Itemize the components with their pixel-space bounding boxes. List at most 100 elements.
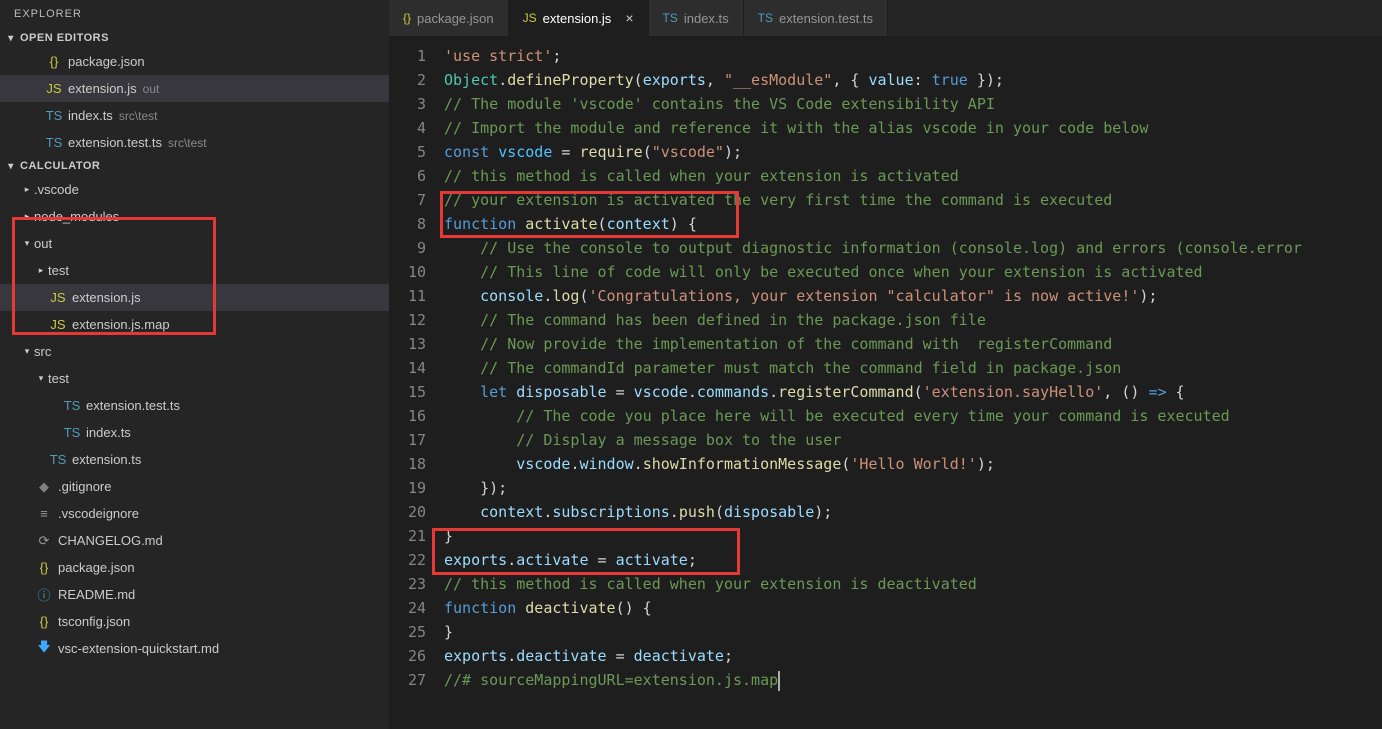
- code-line[interactable]: // Use the console to output diagnostic …: [444, 236, 1382, 260]
- code-line[interactable]: //# sourceMappingURL=extension.js.map: [444, 668, 1382, 692]
- code-line[interactable]: });: [444, 476, 1382, 500]
- explorer-title: EXPLORER: [0, 0, 389, 28]
- file-icon: ⟳: [34, 533, 54, 549]
- line-number: 21: [389, 524, 426, 548]
- code-line[interactable]: exports.deactivate = deactivate;: [444, 644, 1382, 668]
- code-line[interactable]: // this method is called when your exten…: [444, 164, 1382, 188]
- line-number: 27: [389, 668, 426, 692]
- open-editor-item[interactable]: TSextension.test.tssrc\test: [0, 129, 389, 156]
- tree-item[interactable]: JSextension.js: [0, 284, 389, 311]
- code-line[interactable]: // Display a message box to the user: [444, 428, 1382, 452]
- tree-item[interactable]: ▸node_modules: [0, 203, 389, 230]
- code-lines[interactable]: 'use strict';Object.defineProperty(expor…: [444, 36, 1382, 692]
- tree-item[interactable]: 🡇vsc-extension-quickstart.md: [0, 635, 389, 662]
- code-line[interactable]: // The module 'vscode' contains the VS C…: [444, 92, 1382, 116]
- open-editor-item[interactable]: {}package.json: [0, 48, 389, 75]
- code-line[interactable]: // This line of code will only be execut…: [444, 260, 1382, 284]
- folder-arrow-icon: ▸: [20, 211, 34, 222]
- file-icon: {}: [44, 54, 64, 69]
- file-icon: TS: [48, 452, 68, 467]
- file-icon: JS: [523, 11, 537, 25]
- file-name: CHANGELOG.md: [58, 533, 163, 548]
- file-name: extension.js.map: [72, 317, 170, 332]
- code-line[interactable]: // Import the module and reference it wi…: [444, 116, 1382, 140]
- tab-label: index.ts: [684, 11, 729, 26]
- tree-item[interactable]: ◆.gitignore: [0, 473, 389, 500]
- file-name: vsc-extension-quickstart.md: [58, 641, 219, 656]
- file-name: index.ts: [86, 425, 131, 440]
- file-name: extension.ts: [72, 452, 141, 467]
- open-editor-item[interactable]: JSextension.jsout: [0, 75, 389, 102]
- file-name: extension.test.ts: [68, 135, 162, 150]
- tree-item[interactable]: ▸.vscode: [0, 176, 389, 203]
- code-line[interactable]: // your extension is activated the very …: [444, 188, 1382, 212]
- file-icon: TS: [62, 398, 82, 413]
- tree-item[interactable]: TS extension.test.ts: [0, 392, 389, 419]
- open-editors-header[interactable]: ▾ OPEN EDITORS: [0, 28, 389, 48]
- code-line[interactable]: context.subscriptions.push(disposable);: [444, 500, 1382, 524]
- editor-tab[interactable]: TSextension.test.ts: [744, 0, 888, 36]
- tree-item[interactable]: ▾test: [0, 365, 389, 392]
- folder-name: .vscode: [34, 182, 79, 197]
- tree-item[interactable]: ≡.vscodeignore: [0, 500, 389, 527]
- tree-item[interactable]: ⟳ CHANGELOG.md: [0, 527, 389, 554]
- line-number: 8: [389, 212, 426, 236]
- code-line[interactable]: console.log('Congratulations, your exten…: [444, 284, 1382, 308]
- code-line[interactable]: }: [444, 524, 1382, 548]
- cursor: [778, 671, 780, 691]
- close-icon[interactable]: ×: [625, 10, 633, 26]
- line-number: 11: [389, 284, 426, 308]
- file-icon: {}: [34, 560, 54, 575]
- code-line[interactable]: function activate(context) {: [444, 212, 1382, 236]
- tree-item[interactable]: ▾src: [0, 338, 389, 365]
- code-line[interactable]: // Now provide the implementation of the…: [444, 332, 1382, 356]
- tree-item[interactable]: TS index.ts: [0, 419, 389, 446]
- folder-arrow-icon: ▸: [34, 265, 48, 276]
- code-line[interactable]: exports.activate = activate;: [444, 548, 1382, 572]
- tree-item[interactable]: ▾out: [0, 230, 389, 257]
- code-line[interactable]: Object.defineProperty(exports, "__esModu…: [444, 68, 1382, 92]
- line-number: 1: [389, 44, 426, 68]
- folder-arrow-icon: ▾: [20, 346, 34, 357]
- code-line[interactable]: // The command has been defined in the p…: [444, 308, 1382, 332]
- project-label: CALCULATOR: [20, 160, 100, 172]
- line-number: 10: [389, 260, 426, 284]
- tree-item[interactable]: {}tsconfig.json: [0, 608, 389, 635]
- file-hint: src\test: [168, 136, 207, 150]
- code-line[interactable]: }: [444, 620, 1382, 644]
- project-header[interactable]: ▾ CALCULATOR: [0, 156, 389, 176]
- tree-item[interactable]: TS extension.ts: [0, 446, 389, 473]
- chevron-down-icon: ▾: [4, 33, 18, 44]
- code-line[interactable]: // The code you place here will be execu…: [444, 404, 1382, 428]
- line-number: 5: [389, 140, 426, 164]
- file-icon: TS: [62, 425, 82, 440]
- editor-tab[interactable]: TSindex.ts: [649, 0, 744, 36]
- line-number: 3: [389, 92, 426, 116]
- line-number: 20: [389, 500, 426, 524]
- tab-label: extension.js: [543, 11, 612, 26]
- code-line[interactable]: 'use strict';: [444, 44, 1382, 68]
- code-editor[interactable]: 1234567891011121314151617181920212223242…: [389, 36, 1382, 729]
- file-icon: ⓘ: [34, 585, 54, 604]
- tree-item[interactable]: ▸test: [0, 257, 389, 284]
- line-number: 12: [389, 308, 426, 332]
- code-line[interactable]: // this method is called when your exten…: [444, 572, 1382, 596]
- tree-item[interactable]: JSextension.js.map: [0, 311, 389, 338]
- code-line[interactable]: const vscode = require("vscode");: [444, 140, 1382, 164]
- file-icon: ≡: [34, 506, 54, 521]
- file-name: tsconfig.json: [58, 614, 130, 629]
- open-editors-label: OPEN EDITORS: [20, 32, 109, 44]
- code-line[interactable]: function deactivate() {: [444, 596, 1382, 620]
- tree-item[interactable]: ⓘREADME.md: [0, 581, 389, 608]
- editor-tab[interactable]: {}package.json: [389, 0, 509, 36]
- code-line[interactable]: let disposable = vscode.commands.registe…: [444, 380, 1382, 404]
- line-number: 9: [389, 236, 426, 260]
- open-editor-item[interactable]: TSindex.tssrc\test: [0, 102, 389, 129]
- file-icon: JS: [44, 81, 64, 96]
- code-line[interactable]: // The commandId parameter must match th…: [444, 356, 1382, 380]
- folder-arrow-icon: ▸: [20, 184, 34, 195]
- editor-tab[interactable]: JS extension.js ×: [509, 0, 649, 36]
- code-line[interactable]: vscode.window.showInformationMessage('He…: [444, 452, 1382, 476]
- file-name: extension.test.ts: [86, 398, 180, 413]
- tree-item[interactable]: {}package.json: [0, 554, 389, 581]
